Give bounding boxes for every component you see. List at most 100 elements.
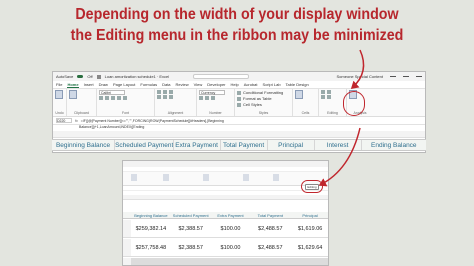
column-header[interactable]: Ending Balance xyxy=(362,140,426,150)
merge-icon[interactable] xyxy=(169,95,173,99)
user-name[interactable]: Someone Special Content xyxy=(337,74,383,79)
tab-draw[interactable]: Draw xyxy=(99,82,108,87)
find-select-icon[interactable] xyxy=(327,95,331,99)
table-header-row: Beginning Balance Scheduled Payment Extra … xyxy=(123,212,328,219)
row-number-header xyxy=(123,212,131,218)
italic-icon[interactable] xyxy=(105,96,109,100)
styles-group-icon[interactable] xyxy=(273,174,279,181)
conditional-formatting-button[interactable]: Conditional Formatting xyxy=(237,90,290,95)
cell-styles-icon xyxy=(237,102,241,107)
tab-data[interactable]: Data xyxy=(162,82,170,87)
table-cell[interactable] xyxy=(250,258,291,265)
ribbon-group-label: Styles xyxy=(258,111,269,115)
undo-icon[interactable] xyxy=(55,90,63,99)
ribbon-group-label: Number xyxy=(209,111,222,115)
sort-filter-icon[interactable] xyxy=(327,90,331,94)
table-cell[interactable]: $259,382.14 xyxy=(131,220,171,237)
name-box[interactable]: D220 xyxy=(56,118,72,123)
file-name: Loan amortization schedule1 · Excel xyxy=(104,74,170,79)
table-cell[interactable]: $2,388.57 xyxy=(171,220,211,237)
table-cell[interactable]: $1,619.06 xyxy=(290,220,328,237)
fill-color-icon[interactable] xyxy=(123,96,127,100)
ribbon-group-undo: Undo xyxy=(53,89,67,116)
table-cell[interactable] xyxy=(210,258,251,265)
column-header[interactable]: Extra Payment xyxy=(174,140,221,150)
column-header[interactable]: Beginning Balance xyxy=(131,212,171,218)
align-middle-icon[interactable] xyxy=(163,90,167,94)
format-as-table-button[interactable]: Format as Table xyxy=(237,96,290,101)
formula-bar: D220 fx =IF([@[Payment Number]]<="","",F… xyxy=(53,117,425,125)
row-number[interactable] xyxy=(123,239,131,256)
fill-icon[interactable] xyxy=(321,95,325,99)
ribbon-group-label: Clipboard xyxy=(74,111,89,115)
comma-icon[interactable] xyxy=(211,96,215,100)
font-group-icon[interactable] xyxy=(163,174,169,181)
table-cell[interactable]: $2,488.57 xyxy=(250,220,290,237)
format-table-icon xyxy=(237,96,241,101)
table-cell[interactable]: $2,388.57 xyxy=(171,239,211,256)
bold-icon[interactable] xyxy=(99,96,103,100)
table-row: $257,758.48 $2,388.57 $100.00 $2,488.57 $1,6… xyxy=(123,239,328,257)
column-header[interactable]: Scheduled Payment xyxy=(171,212,211,218)
menu-bar: File Home Insert Draw Page Layout Formulas Dat… xyxy=(53,81,425,89)
table-cell[interactable]: $257,758.48 xyxy=(131,239,171,256)
ribbon-group-label: Editing xyxy=(327,111,338,115)
column-header[interactable]: Total Payment xyxy=(250,212,290,218)
autosum-icon[interactable] xyxy=(321,90,325,94)
underline-icon[interactable] xyxy=(111,96,115,100)
tab-acrobat[interactable]: Acrobat xyxy=(244,82,258,87)
table-cell[interactable]: $2,488.57 xyxy=(250,239,290,256)
tab-review[interactable]: Review xyxy=(176,82,189,87)
tab-script-lab[interactable]: Script Lab xyxy=(263,82,281,87)
alignment-group-icon[interactable] xyxy=(203,174,209,181)
number-format-select[interactable]: Currency xyxy=(199,90,225,95)
currency-icon[interactable] xyxy=(199,96,203,100)
cells-icon[interactable] xyxy=(295,90,303,99)
excel-window-narrow: Editing Beginning Balance Scheduled Payme… xyxy=(122,160,329,266)
table-cell[interactable] xyxy=(131,258,171,265)
tab-file[interactable]: File xyxy=(56,82,62,87)
tab-insert[interactable]: Insert xyxy=(84,82,94,87)
table-cell[interactable]: $100.00 xyxy=(211,220,251,237)
cell-styles-button[interactable]: Cell Styles xyxy=(237,102,290,107)
paste-icon[interactable] xyxy=(131,174,137,181)
paste-icon[interactable] xyxy=(69,90,77,99)
fx-icon[interactable]: fx xyxy=(75,119,78,123)
table-cell[interactable]: $100.00 xyxy=(211,239,251,256)
tab-help[interactable]: Help xyxy=(231,82,239,87)
percent-icon[interactable] xyxy=(205,96,209,100)
font-name-select[interactable]: Calibri xyxy=(99,90,125,95)
column-header[interactable]: Scheduled Payment xyxy=(115,140,174,150)
table-cell[interactable]: $1,629.64 xyxy=(290,239,328,256)
search-input[interactable] xyxy=(193,74,250,79)
tab-home[interactable]: Home xyxy=(67,82,79,88)
maximize-icon[interactable] xyxy=(403,76,409,77)
column-header[interactable]: Principal xyxy=(268,140,315,150)
number-group-icon[interactable] xyxy=(243,174,249,181)
tab-table-design[interactable]: Table Design xyxy=(286,82,309,87)
align-top-icon[interactable] xyxy=(157,90,161,94)
row-number[interactable] xyxy=(123,258,131,265)
autosave-state: Off xyxy=(87,74,93,79)
save-icon[interactable] xyxy=(96,74,101,79)
column-header[interactable]: Beginning Balance xyxy=(52,140,116,150)
align-center-icon[interactable] xyxy=(163,95,167,99)
close-icon[interactable] xyxy=(416,76,422,77)
row-number[interactable] xyxy=(123,220,131,237)
table-cell[interactable] xyxy=(290,258,328,265)
autosave-toggle[interactable] xyxy=(77,75,84,78)
tab-formulas[interactable]: Formulas xyxy=(140,82,157,87)
table-cell[interactable] xyxy=(170,258,211,265)
tab-page-layout[interactable]: Page Layout xyxy=(113,82,135,87)
wrap-text-icon[interactable] xyxy=(169,90,173,94)
column-header[interactable]: Total Payment xyxy=(221,140,268,150)
column-header[interactable]: Extra Payment xyxy=(211,212,251,218)
formula-text[interactable]: =IF([@[Payment Number]]<="","",FORCING(R… xyxy=(81,119,224,123)
tab-developer[interactable]: Developer xyxy=(207,82,225,87)
minimize-icon[interactable] xyxy=(390,76,396,77)
column-header[interactable]: Interest xyxy=(315,140,362,150)
tab-view[interactable]: View xyxy=(194,82,203,87)
column-header[interactable]: Principal xyxy=(290,212,328,218)
align-left-icon[interactable] xyxy=(157,95,161,99)
border-icon[interactable] xyxy=(117,96,121,100)
